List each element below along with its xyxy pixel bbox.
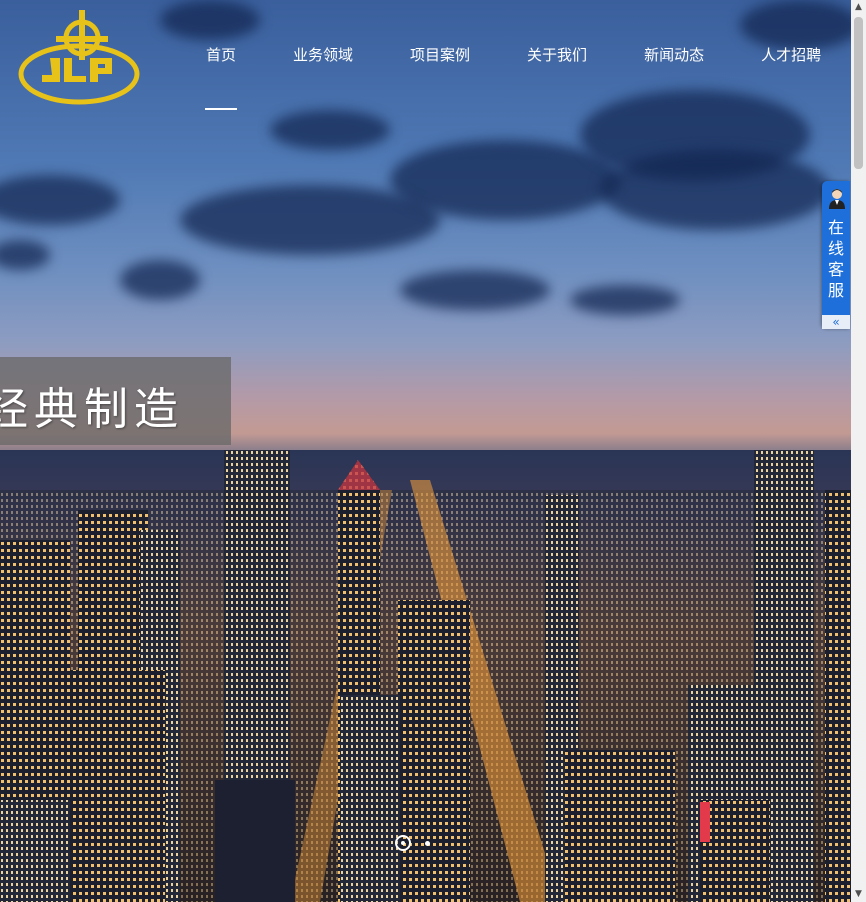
service-agent-icon xyxy=(829,189,845,209)
cloud xyxy=(0,240,50,270)
online-service-tab[interactable]: 在线客服 « xyxy=(822,181,850,329)
nav-active-indicator xyxy=(205,108,237,110)
page-scrollbar[interactable]: ▲ ▼ xyxy=(851,0,866,902)
cloud xyxy=(600,150,830,230)
cloud xyxy=(160,0,260,40)
slide-dot[interactable] xyxy=(425,841,430,846)
service-label: 在线客服 xyxy=(827,218,844,300)
nav-item-business[interactable]: 业务领域 xyxy=(275,40,371,70)
main-nav: 首页 业务领域 项目案例 关于我们 新闻动态 人才招聘 xyxy=(188,40,851,74)
slogan-text: 经典制造 xyxy=(0,384,184,435)
scroll-up-icon[interactable]: ▲ xyxy=(851,0,866,15)
slogan-panel: 经典制造 xyxy=(0,357,231,445)
hero-banner: 首页 业务领域 项目案例 关于我们 新闻动态 人才招聘 经典制造 xyxy=(0,0,851,902)
cloud xyxy=(390,140,620,220)
cloud xyxy=(120,260,200,300)
cloud xyxy=(570,285,680,315)
nav-item-projects[interactable]: 项目案例 xyxy=(392,40,488,70)
cloud xyxy=(0,175,120,225)
slide-dot-active[interactable] xyxy=(395,835,411,851)
collapse-icon[interactable]: « xyxy=(822,315,850,329)
cloud xyxy=(270,110,390,150)
scroll-down-icon[interactable]: ▼ xyxy=(851,887,866,902)
jlp-logo[interactable] xyxy=(18,10,140,108)
nav-item-careers[interactable]: 人才招聘 xyxy=(743,40,839,70)
cloud xyxy=(400,270,550,310)
nav-item-about[interactable]: 关于我们 xyxy=(509,40,605,70)
nav-item-home[interactable]: 首页 xyxy=(188,40,254,70)
nav-item-news[interactable]: 新闻动态 xyxy=(626,40,722,70)
scroll-thumb[interactable] xyxy=(854,17,863,169)
slide-pager xyxy=(395,835,455,855)
